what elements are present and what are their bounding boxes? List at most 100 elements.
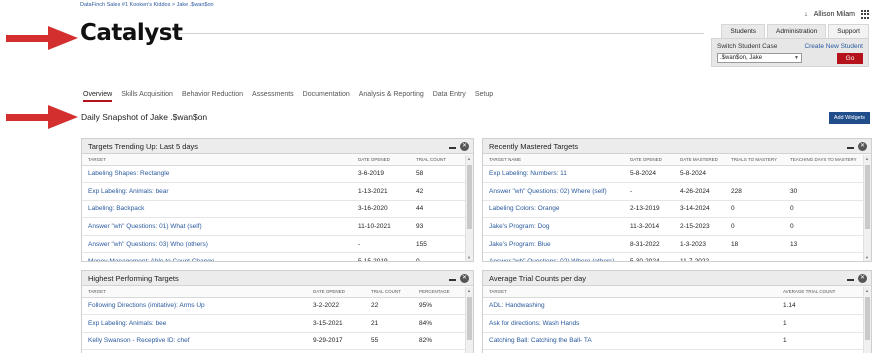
date-mastered: 4-26-2024 bbox=[674, 182, 725, 201]
close-icon[interactable]: ✕ bbox=[460, 142, 469, 151]
table-row: Answer "wh" Questions: 02) Where (self) -… bbox=[483, 182, 871, 201]
table-row: Money Management: Able to Count Change 5-… bbox=[82, 252, 473, 261]
nav-assessments[interactable]: Assessments bbox=[252, 91, 294, 102]
target-link[interactable]: Following Directions (imitative): Arms U… bbox=[82, 297, 307, 316]
average-trial-count: 1 bbox=[777, 332, 871, 351]
table-row: Exp Labeling: Numbers: 11 5-8-2024 5-8-202… bbox=[483, 165, 871, 184]
user-menu[interactable]: ↓ Allison Milam bbox=[804, 10, 870, 19]
scroll-up-icon[interactable]: ▲ bbox=[467, 288, 471, 293]
widget-header: Recently Mastered Targets ✕ bbox=[483, 139, 871, 154]
close-icon[interactable]: ✕ bbox=[460, 274, 469, 283]
target-link[interactable]: Labeling Shapes: Rectangle bbox=[82, 165, 352, 184]
page-title: Catalyst bbox=[80, 20, 183, 46]
target-link[interactable]: Jake's Program: Blue bbox=[483, 235, 624, 254]
minimize-icon[interactable] bbox=[847, 278, 854, 281]
target-link[interactable]: Labeling Colors: Orange bbox=[483, 200, 624, 219]
column-header[interactable]: Target bbox=[82, 154, 352, 166]
table-row: Ask for directions: Wash Hands 1 bbox=[483, 314, 871, 333]
nav-data-entry[interactable]: Data Entry bbox=[433, 91, 466, 102]
column-header[interactable]: Date Opened bbox=[352, 154, 410, 166]
app-grid-icon[interactable] bbox=[861, 10, 870, 19]
target-link[interactable]: Exp Labeling: Animals: bear bbox=[82, 182, 352, 201]
scroll-thumb[interactable] bbox=[467, 165, 472, 229]
target-link[interactable]: Answer "wh" Questions: 02) Where (self) bbox=[483, 182, 624, 201]
highest-table: Target Date Opened Trial Count Percentag… bbox=[82, 286, 473, 351]
trial-count: 93 bbox=[410, 217, 473, 236]
scrollbar[interactable]: ▲ bbox=[863, 287, 871, 353]
column-header[interactable]: Trial Count bbox=[410, 154, 473, 166]
target-link[interactable]: Exp Labeling: Animals: bee bbox=[82, 314, 307, 333]
target-link[interactable]: Jake's Program: Dog bbox=[483, 217, 624, 236]
tab-students[interactable]: Students bbox=[721, 24, 766, 39]
scrollbar[interactable]: ▲ ▼ bbox=[465, 155, 473, 261]
scroll-up-icon[interactable]: ▲ bbox=[467, 156, 471, 161]
tab-administration[interactable]: Administration bbox=[767, 24, 827, 39]
target-link[interactable]: Answer "wh" Questions: 02) Where (others… bbox=[483, 252, 624, 261]
trials-to-mastery: 228 bbox=[725, 182, 784, 201]
target-link[interactable]: ADL: Handwashing bbox=[483, 297, 777, 316]
date-opened: 3-6-2019 bbox=[352, 165, 410, 184]
minimize-icon[interactable] bbox=[847, 146, 854, 149]
teaching-days: 13 bbox=[784, 235, 871, 254]
column-header[interactable]: Target Name bbox=[483, 154, 624, 166]
scrollbar[interactable]: ▲ ▼ bbox=[863, 155, 871, 261]
column-header[interactable]: Teaching Days to Mastery bbox=[784, 154, 871, 166]
minimize-icon[interactable] bbox=[449, 278, 456, 281]
teaching-days: 0 bbox=[784, 217, 871, 236]
date-mastered: 11-7-2022 bbox=[674, 252, 725, 261]
breadcrumb[interactable]: DataFinch Sales #1 Kooken's Kiddos > Jak… bbox=[80, 2, 214, 8]
add-widgets-button[interactable]: Add Widgets bbox=[828, 112, 870, 124]
nav-documentation[interactable]: Documentation bbox=[303, 91, 350, 102]
trending-table: Target Date Opened Trial Count Labeling … bbox=[82, 154, 473, 261]
target-link[interactable]: Kelly Swanson - Receptive ID: chef bbox=[82, 332, 307, 351]
scroll-up-icon[interactable]: ▲ bbox=[865, 288, 869, 293]
scroll-up-icon[interactable]: ▲ bbox=[865, 156, 869, 161]
nav-skills-acquisition[interactable]: Skills Acquisition bbox=[121, 91, 173, 102]
column-header[interactable]: Average Trial Count bbox=[777, 286, 871, 298]
date-opened: 3-15-2021 bbox=[307, 314, 365, 333]
student-select[interactable]: .$wan$on, Jake ▼ bbox=[717, 53, 802, 63]
scrollbar[interactable]: ▲ bbox=[465, 287, 473, 353]
date-opened: 2-13-2019 bbox=[624, 200, 674, 219]
go-button[interactable]: Go bbox=[837, 53, 863, 64]
scroll-thumb[interactable] bbox=[865, 297, 870, 341]
date-opened: 8-31-2022 bbox=[624, 235, 674, 254]
target-link[interactable]: Labeling: Backpack bbox=[82, 200, 352, 219]
target-link[interactable]: Catching Ball: Catching the Ball- TA bbox=[483, 332, 777, 351]
header-divider bbox=[178, 33, 704, 34]
column-header[interactable]: Percentage bbox=[413, 286, 473, 298]
scroll-thumb[interactable] bbox=[865, 165, 870, 229]
tab-support[interactable]: Support bbox=[828, 24, 869, 39]
scroll-down-icon[interactable]: ▼ bbox=[467, 255, 471, 260]
column-header[interactable]: Trial Count bbox=[365, 286, 413, 298]
column-header[interactable]: Date Opened bbox=[307, 286, 365, 298]
column-header[interactable]: Trials to Mastery bbox=[725, 154, 784, 166]
switch-student-panel: Switch Student Case Create New Student .… bbox=[711, 38, 869, 67]
minimize-icon[interactable] bbox=[449, 146, 456, 149]
target-link[interactable]: Ask for directions: Wash Hands bbox=[483, 314, 777, 333]
target-link[interactable]: Money Management: Able to Count Change bbox=[82, 252, 352, 261]
date-opened: 11-3-2014 bbox=[624, 217, 674, 236]
trial-count: 0 bbox=[410, 252, 473, 261]
close-icon[interactable]: ✕ bbox=[858, 142, 867, 151]
column-header[interactable]: Date Mastered bbox=[674, 154, 725, 166]
scroll-down-icon[interactable]: ▼ bbox=[865, 255, 869, 260]
teaching-days bbox=[784, 252, 871, 261]
column-header[interactable]: Target bbox=[82, 286, 307, 298]
widget-highest-performing: Highest Performing Targets ✕ Target Date… bbox=[81, 270, 474, 353]
nav-setup[interactable]: Setup bbox=[475, 91, 493, 102]
average-table: Target Average Trial Count ADL: Handwash… bbox=[483, 286, 871, 351]
create-student-link[interactable]: Create New Student bbox=[804, 43, 863, 50]
user-name[interactable]: Allison Milam bbox=[814, 11, 855, 18]
target-link[interactable]: Exp Labeling: Numbers: 11 bbox=[483, 165, 624, 184]
nav-behavior-reduction[interactable]: Behavior Reduction bbox=[182, 91, 243, 102]
scroll-thumb[interactable] bbox=[467, 297, 472, 341]
nav-analysis-reporting[interactable]: Analysis & Reporting bbox=[359, 91, 424, 102]
close-icon[interactable]: ✕ bbox=[858, 274, 867, 283]
target-link[interactable]: Answer "wh" Questions: 01) What (self) bbox=[82, 217, 352, 236]
date-opened: - bbox=[624, 182, 674, 201]
column-header[interactable]: Target bbox=[483, 286, 777, 298]
nav-overview[interactable]: Overview bbox=[83, 91, 113, 102]
target-link[interactable]: Answer "wh" Questions: 03) Who (others) bbox=[82, 235, 352, 254]
column-header[interactable]: Date Opened bbox=[624, 154, 674, 166]
